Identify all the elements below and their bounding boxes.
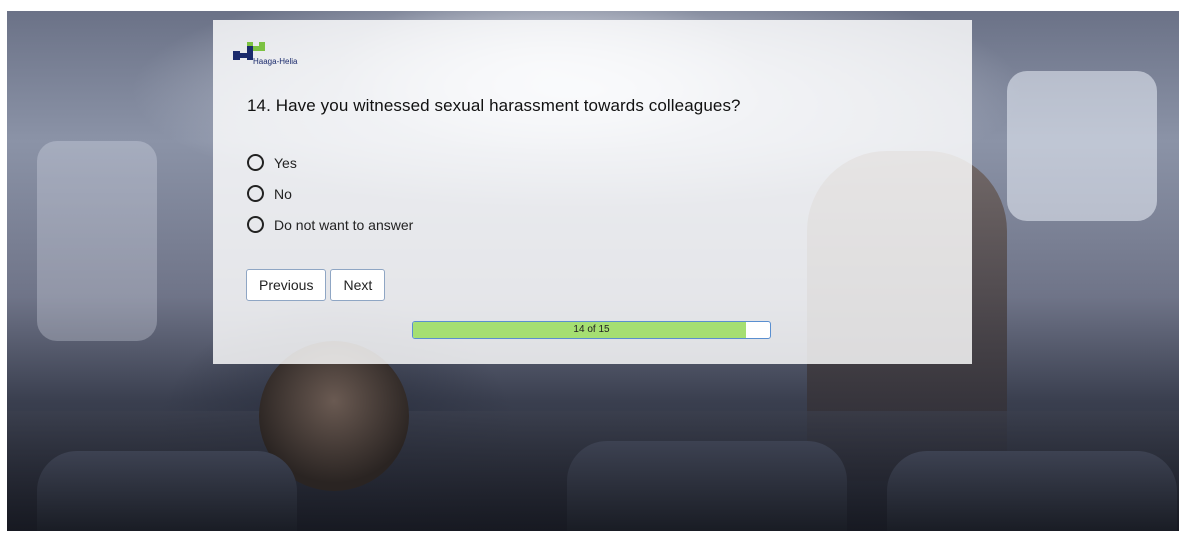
option-label-no: No bbox=[274, 185, 292, 202]
logo-mark-icon bbox=[233, 42, 265, 64]
option-do-not-want-to-answer[interactable]: Do not want to answer bbox=[247, 209, 413, 240]
answer-options: Yes No Do not want to answer bbox=[247, 147, 413, 240]
background-window bbox=[1007, 71, 1157, 221]
option-label-do-not-want-to-answer: Do not want to answer bbox=[274, 216, 414, 233]
background-seat bbox=[567, 441, 847, 531]
background-window bbox=[37, 141, 157, 341]
radio-button-do-not-want-to-answer[interactable] bbox=[247, 216, 264, 233]
navigation-buttons: Previous Next bbox=[246, 269, 386, 301]
haaga-helia-logo: Haaga-Helia bbox=[233, 38, 297, 66]
radio-button-yes[interactable] bbox=[247, 154, 264, 171]
previous-button[interactable]: Previous bbox=[246, 269, 327, 301]
survey-card: Haaga-Helia 14. Have you witnessed sexua… bbox=[213, 20, 972, 364]
background-seat bbox=[37, 451, 297, 531]
page: Haaga-Helia 14. Have you witnessed sexua… bbox=[0, 0, 1186, 534]
question-title: 14. Have you witnessed sexual harassment… bbox=[247, 96, 741, 115]
radio-button-no[interactable] bbox=[247, 185, 264, 202]
option-no[interactable]: No bbox=[247, 178, 413, 209]
option-yes[interactable]: Yes bbox=[247, 147, 413, 178]
progress-text: 14 of 15 bbox=[573, 324, 610, 335]
next-button[interactable]: Next bbox=[330, 269, 386, 301]
option-label-yes: Yes bbox=[274, 154, 297, 171]
progress-bar: 14 of 15 bbox=[412, 321, 771, 339]
background-seat bbox=[887, 451, 1177, 531]
